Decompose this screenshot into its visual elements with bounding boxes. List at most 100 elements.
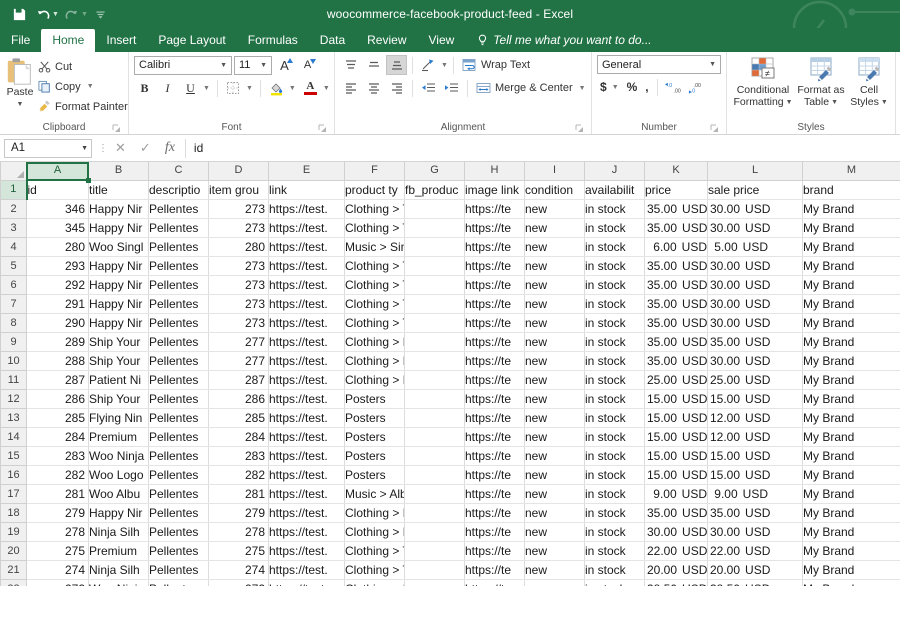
cell-fb-product[interactable] [405, 276, 465, 295]
cell-availability[interactable]: in stock [585, 561, 645, 580]
cell-brand[interactable]: My Brand [803, 542, 900, 561]
cell-id[interactable]: 346 [27, 200, 89, 219]
italic-button[interactable]: I [157, 78, 178, 98]
cell-availability[interactable]: in stock [585, 352, 645, 371]
cell-sale-price[interactable]: 30.00USD [708, 295, 803, 314]
cell-price[interactable]: 35.00USD [645, 200, 708, 219]
cell-availability[interactable]: in stock [585, 238, 645, 257]
cell-id[interactable]: 278 [27, 523, 89, 542]
cell-image-link[interactable]: https://te [465, 276, 525, 295]
cell-condition[interactable]: new [525, 466, 585, 485]
cell-fb-product[interactable] [405, 561, 465, 580]
cell-link[interactable]: https://test. [269, 314, 345, 333]
cell-availability[interactable]: in stock [585, 485, 645, 504]
row-header-11[interactable]: 11 [1, 371, 27, 390]
cell-link[interactable]: https://test. [269, 428, 345, 447]
tab-file[interactable]: File [0, 29, 41, 52]
cell-condition[interactable]: new [525, 352, 585, 371]
cell-item-group[interactable]: 274 [209, 561, 269, 580]
cell-description[interactable]: Pellentes [149, 390, 209, 409]
row-header-20[interactable]: 20 [1, 542, 27, 561]
cell-i1[interactable]: condition [525, 180, 585, 200]
cell-condition[interactable]: new [525, 219, 585, 238]
cell-condition[interactable]: new [525, 371, 585, 390]
row-header-19[interactable]: 19 [1, 523, 27, 542]
fill-color-button[interactable] [266, 78, 287, 98]
merge-center-button[interactable]: Merge & Center ▼ [473, 78, 589, 98]
cell-item-group[interactable]: 273 [209, 314, 269, 333]
cell-description[interactable]: Pellentes [149, 466, 209, 485]
row-header-12[interactable]: 12 [1, 390, 27, 409]
cell-availability[interactable]: in stock [585, 428, 645, 447]
number-dialog-launcher-icon[interactable] [710, 124, 719, 133]
cell-id[interactable]: 285 [27, 409, 89, 428]
cell-sale-price[interactable]: 25.00USD [708, 371, 803, 390]
cell-h1[interactable]: image link [465, 180, 525, 200]
cell-sale-price[interactable]: 35.00USD [708, 333, 803, 352]
bottom-align-button[interactable] [386, 55, 407, 75]
paste-button[interactable]: Paste ▼ [5, 55, 35, 110]
fill-color-caret[interactable]: ▼ [289, 85, 296, 92]
cell-item-group[interactable]: 272 [209, 580, 269, 587]
cell-price[interactable]: 38.50USD [645, 580, 708, 587]
cell-condition[interactable]: new [525, 580, 585, 587]
cell-item-group[interactable]: 287 [209, 371, 269, 390]
cell-id[interactable]: 281 [27, 485, 89, 504]
cell-title[interactable]: Ship Your [89, 333, 149, 352]
cell-image-link[interactable]: https://te [465, 314, 525, 333]
cell-price[interactable]: 35.00USD [645, 219, 708, 238]
align-right-button[interactable] [386, 78, 407, 98]
clipboard-dialog-launcher-icon[interactable] [112, 124, 121, 133]
cell-sale-price[interactable]: 12.00USD [708, 428, 803, 447]
cell-availability[interactable]: in stock [585, 390, 645, 409]
cell-sale-price[interactable]: 22.00USD [708, 542, 803, 561]
cell-image-link[interactable]: https://te [465, 523, 525, 542]
cell-product-type[interactable]: Clothing > T-shirts [345, 314, 405, 333]
cell-item-group[interactable]: 273 [209, 200, 269, 219]
number-format-value[interactable]: General [602, 59, 641, 71]
cell-availability[interactable]: in stock [585, 580, 645, 587]
cell-image-link[interactable]: https://te [465, 428, 525, 447]
cell-description[interactable]: Pellentes [149, 409, 209, 428]
row-header-1[interactable]: 1 [1, 180, 27, 200]
percent-format-button[interactable]: % [624, 77, 641, 97]
cell-price[interactable]: 20.00USD [645, 561, 708, 580]
format-painter-button[interactable]: Format Painter [35, 97, 131, 116]
cell-title[interactable]: Happy Nir [89, 314, 149, 333]
cell-availability[interactable]: in stock [585, 542, 645, 561]
cell-title[interactable]: Premium [89, 542, 149, 561]
cell-sale-price[interactable]: 15.00USD [708, 390, 803, 409]
cell-condition[interactable]: new [525, 276, 585, 295]
cell-id[interactable]: 279 [27, 504, 89, 523]
redo-icon[interactable] [61, 3, 83, 25]
column-header-a[interactable]: A [27, 162, 89, 180]
name-box[interactable]: A1 ▼ [4, 139, 92, 158]
cell-title[interactable]: Happy Nir [89, 219, 149, 238]
cell-m1[interactable]: brand [803, 180, 900, 200]
cell-fb-product[interactable] [405, 428, 465, 447]
cell-condition[interactable]: new [525, 409, 585, 428]
cell-title[interactable]: Flying Nin [89, 409, 149, 428]
borders-button[interactable] [223, 78, 244, 98]
cell-brand[interactable]: My Brand [803, 523, 900, 542]
cell-fb-product[interactable] [405, 580, 465, 587]
cell-product-type[interactable]: Clothing > Hoodies [345, 352, 405, 371]
cell-condition[interactable]: new [525, 561, 585, 580]
cell-condition[interactable]: new [525, 257, 585, 276]
column-header-f[interactable]: F [345, 162, 405, 180]
cell-condition[interactable]: new [525, 485, 585, 504]
cell-price[interactable]: 25.00USD [645, 371, 708, 390]
cell-link[interactable]: https://test. [269, 485, 345, 504]
cell-product-type[interactable]: Clothing > Hoodies [345, 523, 405, 542]
format-as-table-button[interactable]: Format as Table▼ [796, 55, 846, 108]
cell-image-link[interactable]: https://te [465, 352, 525, 371]
row-header-17[interactable]: 17 [1, 485, 27, 504]
cell-item-group[interactable]: 285 [209, 409, 269, 428]
font-color-caret[interactable]: ▼ [323, 85, 330, 92]
cell-link[interactable]: https://test. [269, 257, 345, 276]
cell-product-type[interactable]: Clothing > T-shirts [345, 295, 405, 314]
row-header-16[interactable]: 16 [1, 466, 27, 485]
cell-brand[interactable]: My Brand [803, 238, 900, 257]
cell-description[interactable]: Pellentes [149, 257, 209, 276]
cell-product-type[interactable]: Clothing > T-shirts [345, 219, 405, 238]
